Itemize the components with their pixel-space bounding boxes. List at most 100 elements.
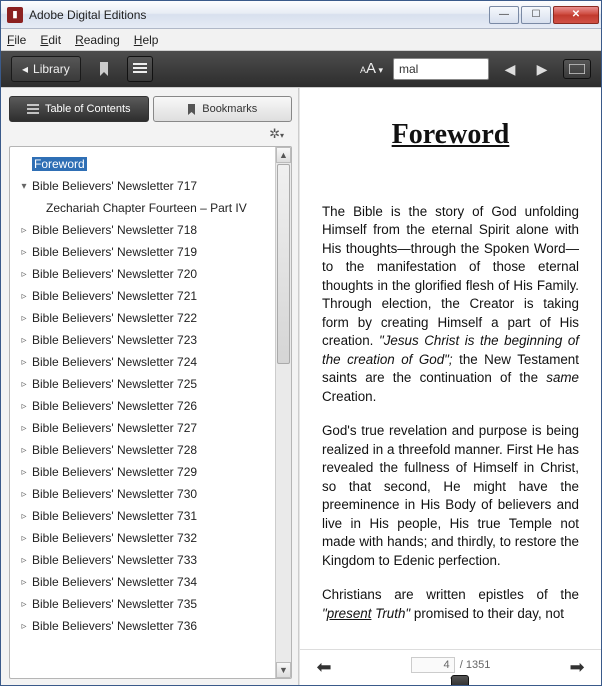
chevron-right-icon[interactable]: ▹ (18, 247, 30, 258)
chevron-right-icon[interactable]: ▹ (18, 357, 30, 368)
chevron-right-icon[interactable]: ▹ (18, 401, 30, 412)
toc-item-label: Bible Believers' Newsletter 721 (32, 289, 197, 303)
chevron-right-icon[interactable]: ▹ (18, 291, 30, 302)
chevron-right-icon[interactable]: ▹ (18, 313, 30, 324)
tab-bookmarks-label: Bookmarks (202, 103, 257, 115)
toc-item-label: Bible Believers' Newsletter 729 (32, 465, 197, 479)
toc-item-label: Bible Believers' Newsletter 722 (32, 311, 197, 325)
chevron-right-icon[interactable]: ▹ (18, 467, 30, 478)
toc-item[interactable]: Foreword (14, 153, 271, 175)
titlebar[interactable]: ▮ Adobe Digital Editions — ☐ ✕ (1, 1, 601, 29)
toc-item-label: Bible Believers' Newsletter 719 (32, 245, 197, 259)
toc-item-label: Bible Believers' Newsletter 734 (32, 575, 197, 589)
gear-icon[interactable]: ✲▾ (269, 126, 284, 142)
menu-bar: File Edit Reading Help (1, 29, 601, 51)
prev-page-button[interactable]: ⬅ (314, 657, 334, 678)
toc-item[interactable]: ▹Bible Believers' Newsletter 735 (14, 593, 271, 615)
toc-item[interactable]: ▹Bible Believers' Newsletter 730 (14, 483, 271, 505)
slider-thumb[interactable] (451, 675, 469, 686)
toc-item[interactable]: ▹Bible Believers' Newsletter 725 (14, 373, 271, 395)
toc-item-label: Bible Believers' Newsletter 735 (32, 597, 197, 611)
toc-item-label: Zechariah Chapter Fourteen – Part IV (46, 201, 247, 215)
scroll-thumb[interactable] (277, 164, 290, 364)
toc-item-label: Bible Believers' Newsletter 736 (32, 619, 197, 633)
toc-item[interactable]: ▹Bible Believers' Newsletter 731 (14, 505, 271, 527)
chevron-right-icon[interactable]: ▹ (18, 533, 30, 544)
toc-item-label: Bible Believers' Newsletter 732 (32, 531, 197, 545)
paragraph-3: Christians are written epistles of the "… (322, 586, 579, 623)
toc-item[interactable]: ▹Bible Believers' Newsletter 724 (14, 351, 271, 373)
chevron-right-icon[interactable]: ▹ (18, 511, 30, 522)
chevron-down-icon[interactable]: ▾ (18, 181, 30, 192)
toc-item-label: Bible Believers' Newsletter 728 (32, 443, 197, 457)
toc-item-label: Bible Believers' Newsletter 727 (32, 421, 197, 435)
scroll-down-icon[interactable]: ▼ (276, 662, 291, 678)
toc-item[interactable]: ▹Bible Believers' Newsletter 723 (14, 329, 271, 351)
toc-item[interactable]: ▹Bible Believers' Newsletter 733 (14, 549, 271, 571)
toc-item[interactable]: ▹Bible Believers' Newsletter 732 (14, 527, 271, 549)
chevron-right-icon[interactable]: ▹ (18, 621, 30, 632)
chevron-right-icon[interactable]: ▹ (18, 269, 30, 280)
toc-item[interactable]: ▹Bible Believers' Newsletter 722 (14, 307, 271, 329)
scrollbar[interactable]: ▲ ▼ (275, 147, 291, 678)
next-page-button[interactable]: ➡ (567, 657, 587, 678)
chevron-right-icon[interactable]: ▹ (18, 225, 30, 236)
chevron-right-icon[interactable]: ▹ (18, 445, 30, 456)
font-size-button[interactable]: AA ▾ (360, 60, 383, 78)
reader-pane: Foreword The Bible is the story of God u… (299, 88, 601, 685)
toc-item[interactable]: Zechariah Chapter Fourteen – Part IV (14, 197, 271, 219)
paragraph-2: God's true revelation and purpose is bei… (322, 422, 579, 570)
chevron-right-icon[interactable]: ▹ (18, 423, 30, 434)
toc-item[interactable]: ▹Bible Believers' Newsletter 728 (14, 439, 271, 461)
page-content[interactable]: Foreword The Bible is the story of God u… (300, 88, 601, 649)
search-next-button[interactable]: ▶ (531, 56, 553, 82)
toc-item[interactable]: ▹Bible Believers' Newsletter 721 (14, 285, 271, 307)
toc-item[interactable]: ▹Bible Believers' Newsletter 718 (14, 219, 271, 241)
toc-item-label: Bible Believers' Newsletter 731 (32, 509, 197, 523)
paragraph-1: The Bible is the story of God unfolding … (322, 203, 579, 407)
toolbar: ◂ Library AA ▾ mal ◀ ▶ (1, 51, 601, 87)
search-prev-button[interactable]: ◀ (499, 56, 521, 82)
chevron-right-icon[interactable]: ▹ (18, 555, 30, 566)
minimize-button[interactable]: — (489, 6, 519, 24)
bookmark-icon[interactable] (91, 56, 117, 82)
chevron-right-icon[interactable]: ▹ (18, 335, 30, 346)
library-button[interactable]: ◂ Library (11, 56, 81, 82)
toc-item-label: Bible Believers' Newsletter 724 (32, 355, 197, 369)
page-indicator: 4 / 1351 (344, 657, 557, 673)
toc-item[interactable]: ▹Bible Believers' Newsletter 719 (14, 241, 271, 263)
toc-item-label: Bible Believers' Newsletter 718 (32, 223, 197, 237)
app-icon: ▮ (7, 7, 23, 23)
toc-item-label: Foreword (32, 157, 87, 171)
search-input[interactable]: mal (393, 58, 489, 80)
tab-toc[interactable]: Table of Contents (9, 96, 149, 122)
maximize-button[interactable]: ☐ (521, 6, 551, 24)
toc-item[interactable]: ▹Bible Believers' Newsletter 727 (14, 417, 271, 439)
pager: ⬅ 4 / 1351 ➡ (300, 649, 601, 685)
close-button[interactable]: ✕ (553, 6, 599, 24)
toc-item[interactable]: ▹Bible Believers' Newsletter 736 (14, 615, 271, 637)
menu-file[interactable]: File (7, 33, 26, 47)
fullscreen-button[interactable] (563, 59, 591, 79)
tab-bookmarks[interactable]: Bookmarks (153, 96, 293, 122)
sidebar: Table of Contents Bookmarks ✲▾ Foreword▾… (1, 88, 299, 685)
toc-item[interactable]: ▹Bible Believers' Newsletter 729 (14, 461, 271, 483)
chevron-right-icon[interactable]: ▹ (18, 379, 30, 390)
page-slider[interactable] (450, 677, 452, 679)
menu-help[interactable]: Help (134, 33, 159, 47)
toc-item[interactable]: ▹Bible Believers' Newsletter 726 (14, 395, 271, 417)
list-view-icon[interactable] (127, 56, 153, 82)
chevron-right-icon[interactable]: ▹ (18, 489, 30, 500)
menu-edit[interactable]: Edit (40, 33, 61, 47)
menu-reading[interactable]: Reading (75, 33, 120, 47)
scroll-up-icon[interactable]: ▲ (276, 147, 291, 163)
app-window: ▮ Adobe Digital Editions — ☐ ✕ File Edit… (0, 0, 602, 686)
current-page-input[interactable]: 4 (411, 657, 455, 673)
toc-item[interactable]: ▾Bible Believers' Newsletter 717 (14, 175, 271, 197)
toc-item[interactable]: ▹Bible Believers' Newsletter 734 (14, 571, 271, 593)
toc-item-label: Bible Believers' Newsletter 730 (32, 487, 197, 501)
tab-toc-label: Table of Contents (45, 103, 131, 115)
toc-item[interactable]: ▹Bible Believers' Newsletter 720 (14, 263, 271, 285)
chevron-right-icon[interactable]: ▹ (18, 599, 30, 610)
chevron-right-icon[interactable]: ▹ (18, 577, 30, 588)
